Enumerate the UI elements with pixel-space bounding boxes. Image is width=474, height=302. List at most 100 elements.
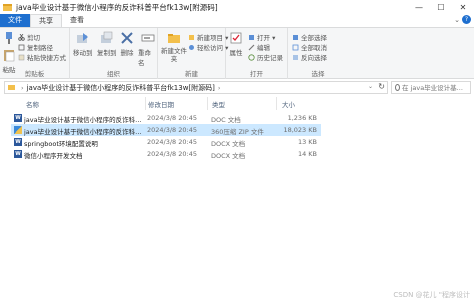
- file-date: 2024/3/8 20:45: [147, 126, 197, 134]
- rename-icon: [141, 34, 154, 42]
- close-button[interactable]: ✕: [452, 0, 474, 14]
- search-box[interactable]: [391, 81, 471, 94]
- column-date[interactable]: 修改日期: [148, 99, 174, 109]
- edit-button[interactable]: 编辑: [248, 42, 270, 52]
- pin-button[interactable]: [2, 31, 16, 47]
- table-row[interactable]: W java毕业设计基于微信小程序的反诈科普... 2024/3/8 20:45…: [11, 112, 321, 124]
- paste-shortcut-button[interactable]: 粘贴快捷方式: [18, 52, 66, 62]
- scissors-icon: [18, 33, 25, 41]
- file-name: 微信小程序开发文档: [24, 152, 83, 160]
- select-none-icon: [292, 44, 299, 50]
- search-icon: [395, 84, 400, 91]
- new-item-button[interactable]: 新建项目 ▾: [188, 32, 228, 42]
- new-folder-icon: [168, 34, 180, 43]
- easy-access-label: 轻松访问 ▾: [197, 44, 229, 52]
- open-group-label: 打开: [250, 70, 263, 78]
- clipboard-group-label: 剪贴板: [24, 70, 45, 78]
- copy-to-button[interactable]: 复制到: [97, 31, 117, 57]
- properties-button[interactable]: 属性: [229, 31, 243, 57]
- file-size: 14 KB: [297, 150, 317, 158]
- word-document-icon: W: [14, 114, 22, 122]
- folder-icon: [3, 3, 12, 11]
- chevron-right-icon: ›: [217, 83, 221, 92]
- delete-button[interactable]: 删除: [120, 31, 134, 57]
- column-size[interactable]: 大小: [282, 99, 295, 109]
- new-folder-button[interactable]: 新建文件夹: [161, 31, 187, 63]
- delete-label: 删除: [120, 49, 134, 57]
- tab-view[interactable]: 查看: [62, 14, 92, 27]
- file-size: 13 KB: [297, 138, 317, 146]
- invert-selection-label: 反向选择: [301, 54, 327, 62]
- title-bar: java毕业设计基于微信小程序的反诈科普平台fk13w[附源码] — ☐ ✕: [0, 0, 474, 14]
- easy-access-button[interactable]: 轻松访问 ▾: [188, 42, 228, 52]
- maximize-button[interactable]: ☐: [430, 0, 452, 14]
- address-bar[interactable]: › java毕业设计基于微信小程序的反诈科普平台fk13w[附源码] › ⌄ ↻: [4, 81, 388, 94]
- tab-share[interactable]: 共享: [30, 14, 62, 27]
- rename-button[interactable]: 重命名: [138, 31, 157, 67]
- breadcrumb[interactable]: java毕业设计基于微信小程序的反诈科普平台fk13w[附源码]: [27, 83, 215, 93]
- file-type: DOCX 文档: [211, 140, 246, 148]
- tab-file[interactable]: 文件: [0, 14, 30, 27]
- status-bar: CSDN @花儿 "程序设计: [0, 288, 474, 302]
- new-item-label: 新建项目 ▾: [197, 34, 229, 42]
- window-title: java毕业设计基于微信小程序的反诈科普平台fk13w[附源码]: [16, 2, 218, 12]
- open-icon: [249, 34, 254, 40]
- table-row[interactable]: W springboot环境配置说明 2024/3/8 20:45 DOCX 文…: [11, 136, 321, 148]
- column-name[interactable]: 名称: [26, 99, 39, 109]
- select-none-button[interactable]: 全部取消: [292, 42, 327, 52]
- invert-selection-button[interactable]: 反向选择: [292, 52, 327, 62]
- history-button[interactable]: 历史记录: [248, 52, 283, 62]
- copy-path-icon: [18, 44, 25, 50]
- file-name: java毕业设计基于微信小程序的反诈科普...: [24, 128, 146, 136]
- cut-button[interactable]: 剪切: [18, 32, 40, 42]
- rename-label: 重命名: [138, 49, 151, 67]
- file-date: 2024/3/8 20:45: [147, 114, 197, 122]
- column-divider[interactable]: [207, 97, 208, 110]
- chevron-down-icon[interactable]: ⌄: [454, 16, 460, 24]
- table-row[interactable]: java毕业设计基于微信小程序的反诈科普... 2024/3/8 20:45 3…: [11, 124, 321, 136]
- help-icon[interactable]: ?: [462, 15, 471, 24]
- file-size: 18,023 KB: [283, 126, 317, 134]
- new-folder-label: 新建文件夹: [161, 47, 187, 63]
- move-to-label: 移动到: [73, 49, 93, 57]
- edit-label: 编辑: [257, 44, 270, 52]
- chevron-down-icon[interactable]: ⌄: [368, 83, 373, 90]
- clipboard-group: 粘贴 剪切 复制路径 粘贴快捷方式 剪贴板: [0, 28, 70, 79]
- select-group-label: 选择: [311, 70, 325, 78]
- select-all-button[interactable]: 全部选择: [292, 32, 327, 42]
- move-to-icon: [76, 33, 88, 43]
- copy-path-button[interactable]: 复制路径: [18, 42, 53, 52]
- select-none-label: 全部取消: [301, 44, 327, 52]
- easy-access-icon: [189, 44, 194, 50]
- select-group: 全部选择 全部取消 反向选择 选择: [288, 28, 348, 79]
- paste-shortcut-label: 粘贴快捷方式: [27, 54, 66, 62]
- file-type: 360压缩 ZIP 文件: [211, 128, 264, 136]
- column-divider[interactable]: [145, 97, 146, 110]
- file-date: 2024/3/8 20:45: [147, 150, 197, 158]
- properties-label: 属性: [229, 49, 243, 57]
- properties-icon: [230, 32, 242, 44]
- word-document-icon: W: [14, 138, 22, 146]
- word-document-icon: W: [14, 150, 22, 158]
- shortcut-icon: [18, 54, 25, 60]
- pin-icon: [6, 32, 12, 44]
- cut-label: 剪切: [27, 34, 40, 42]
- window-controls: — ☐ ✕: [408, 0, 474, 14]
- new-group-label: 新建: [185, 70, 198, 78]
- history-label: 历史记录: [257, 54, 283, 62]
- ribbon-tabs: 文件 共享 查看 ⌄ ?: [0, 14, 474, 27]
- column-divider[interactable]: [276, 97, 277, 110]
- clipboard-icon: [4, 50, 15, 62]
- file-list-header: 名称 修改日期 类型 大小: [0, 97, 474, 110]
- open-group: 属性 打开 ▾ 编辑 历史记录 打开: [226, 28, 288, 79]
- move-to-button[interactable]: 移动到: [73, 31, 93, 57]
- refresh-icon[interactable]: ↻: [378, 82, 385, 91]
- table-row[interactable]: W 微信小程序开发文档 2024/3/8 20:45 DOCX 文档 14 KB: [11, 148, 321, 160]
- search-input[interactable]: [402, 83, 470, 92]
- column-type[interactable]: 类型: [212, 99, 225, 109]
- organize-group-label: 组织: [107, 70, 120, 78]
- file-type: DOCX 文档: [211, 152, 246, 160]
- open-button[interactable]: 打开 ▾: [248, 32, 275, 42]
- chevron-right-icon: ›: [21, 83, 24, 92]
- minimize-button[interactable]: —: [408, 0, 430, 14]
